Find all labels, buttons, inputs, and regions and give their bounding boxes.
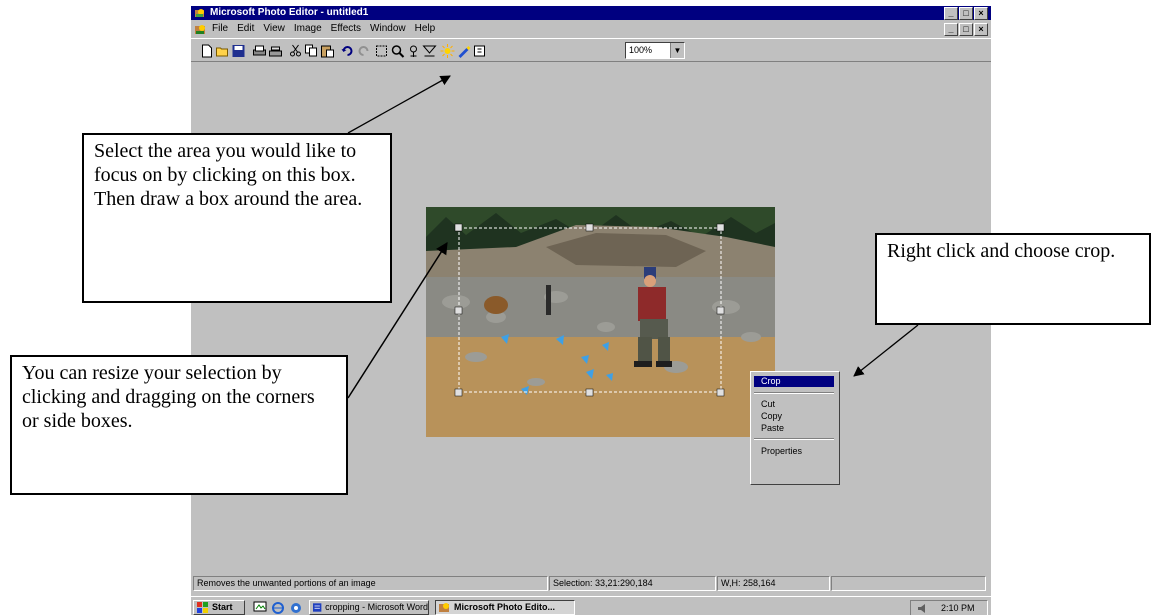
zoom-icon[interactable] <box>390 44 405 58</box>
callout-crop: Right click and choose crop. <box>875 233 1151 325</box>
photo-image <box>426 207 775 437</box>
app-icon <box>195 9 204 17</box>
minimize-button[interactable]: _ <box>944 7 958 20</box>
taskbar-photo-editor-label: Microsoft Photo Edito... <box>454 602 555 612</box>
menu-item-paste[interactable]: Paste <box>754 423 834 434</box>
callout-select-box: Select the area you would like to focus … <box>82 133 392 303</box>
status-empty-panel <box>831 576 986 591</box>
chevron-down-icon[interactable]: ▼ <box>670 43 684 58</box>
toolbar: 100% ▼ <box>191 38 991 62</box>
menu-image[interactable]: Image <box>294 21 322 37</box>
doc-minimize-button[interactable]: _ <box>944 23 958 36</box>
status-hint: Removes the unwanted portions of an imag… <box>193 576 548 591</box>
cut-icon[interactable] <box>288 44 303 58</box>
menu-effects[interactable]: Effects <box>331 21 361 37</box>
taskbar-photo-editor-button[interactable]: Microsoft Photo Edito... <box>435 600 575 615</box>
select-icon[interactable] <box>374 44 389 58</box>
desktop-icon[interactable] <box>253 601 267 614</box>
menu-file[interactable]: File <box>212 21 228 37</box>
window-title: Microsoft Photo Editor - untitled1 <box>210 7 369 18</box>
copy-icon[interactable] <box>304 44 319 58</box>
callout-resize: You can resize your selection by clickin… <box>10 355 348 495</box>
internet-explorer-icon[interactable] <box>271 601 285 614</box>
start-button[interactable]: Start <box>193 600 245 615</box>
paste-icon[interactable] <box>320 44 335 58</box>
scan-icon[interactable] <box>268 44 283 58</box>
taskbar-word-button[interactable]: cropping - Microsoft Word <box>309 600 429 615</box>
new-icon[interactable] <box>199 44 214 58</box>
menu-item-crop[interactable]: Crop <box>754 376 834 387</box>
taskbar: Start cropping - Microsoft Word Microsof… <box>191 596 991 615</box>
doc-restore-button[interactable]: □ <box>959 23 973 36</box>
system-tray: 2:10 PM <box>910 600 988 615</box>
menu-window[interactable]: Window <box>370 21 406 37</box>
channels-icon[interactable] <box>289 601 303 614</box>
print-icon[interactable] <box>252 44 267 58</box>
word-icon <box>313 603 322 612</box>
zoom-dropdown[interactable]: 100% ▼ <box>625 42 685 59</box>
status-selection: Selection: 33,21:290,184 <box>549 576 716 591</box>
sharpen-icon[interactable] <box>422 44 437 58</box>
document-icon[interactable] <box>195 23 207 35</box>
menu-help[interactable]: Help <box>415 21 436 37</box>
menu-item-cut[interactable]: Cut <box>754 399 834 410</box>
context-menu: Crop Cut Copy Paste Properties <box>750 371 840 485</box>
windows-logo-icon <box>197 602 208 613</box>
menu-separator <box>754 392 834 394</box>
open-icon[interactable] <box>215 44 230 58</box>
volume-icon[interactable] <box>917 603 929 614</box>
redo-icon[interactable] <box>356 44 371 58</box>
status-size: W,H: 258,164 <box>717 576 830 591</box>
menu-item-properties[interactable]: Properties <box>754 446 834 457</box>
zoom-value: 100% <box>629 45 653 55</box>
save-icon[interactable] <box>231 44 246 58</box>
start-label: Start <box>212 602 233 612</box>
balance-icon[interactable] <box>440 43 455 58</box>
menu-item-copy[interactable]: Copy <box>754 411 834 422</box>
title-bar[interactable]: Microsoft Photo Editor - untitled1 _ □ × <box>191 6 991 20</box>
status-bar: Removes the unwanted portions of an imag… <box>191 573 991 593</box>
photo-canvas[interactable] <box>426 207 775 437</box>
doc-close-button[interactable]: × <box>974 23 988 36</box>
undo-icon[interactable] <box>340 44 355 58</box>
close-button[interactable]: × <box>974 7 988 20</box>
photo-editor-icon <box>439 603 449 612</box>
clock: 2:10 PM <box>941 603 975 613</box>
menu-view[interactable]: View <box>263 21 285 37</box>
maximize-button[interactable]: □ <box>959 7 973 20</box>
taskbar-word-label: cropping - Microsoft Word <box>325 602 428 612</box>
smudge-icon[interactable] <box>406 44 421 58</box>
menu-separator <box>754 438 834 440</box>
eraser-icon[interactable] <box>456 44 471 58</box>
menu-bar: File Edit View Image Effects Window Help… <box>191 21 991 37</box>
menu-edit[interactable]: Edit <box>237 21 254 37</box>
help-icon[interactable] <box>472 44 487 58</box>
